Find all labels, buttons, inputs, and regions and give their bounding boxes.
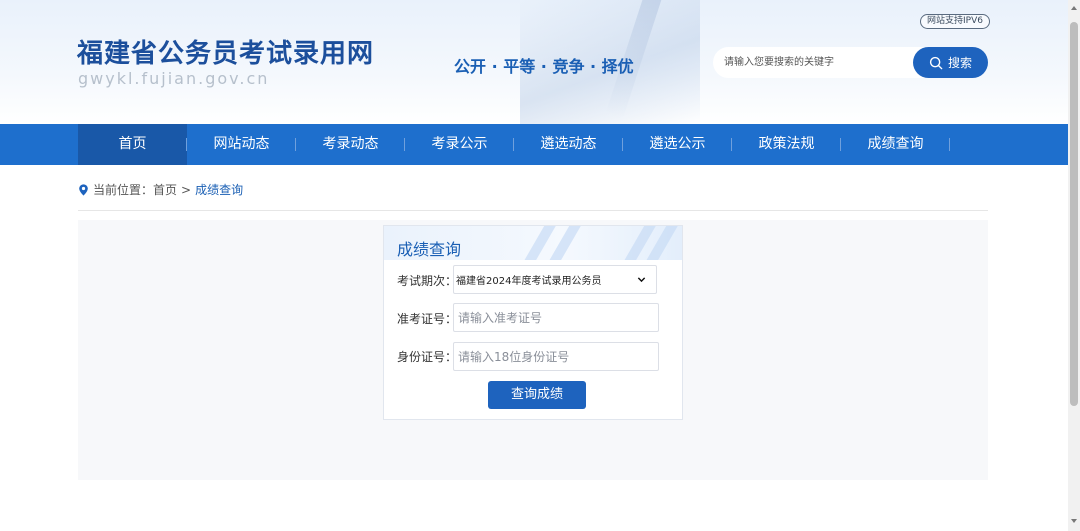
- scrollbar[interactable]: [1068, 0, 1080, 531]
- main-nav: 首页 网站动态 考录动态 考录公示 遴选动态 遴选公示 政策法规 成绩查询: [0, 124, 1068, 165]
- nav-item-selection-news[interactable]: 遴选动态: [514, 124, 623, 165]
- nav-item-policies[interactable]: 政策法规: [732, 124, 841, 165]
- site-header: 福建省公务员考试录用网 gwykl.fujian.gov.cn 公开 · 平等 …: [0, 0, 1068, 124]
- chevron-down-icon: [637, 277, 646, 283]
- nav-item-exam-notices[interactable]: 考录公示: [405, 124, 514, 165]
- nav-item-label: 网站动态: [213, 136, 270, 152]
- id-number-label: 身份证号：: [397, 350, 458, 364]
- exam-period-select[interactable]: 福建省2024年度考试录用公务员: [453, 265, 657, 294]
- exam-period-value: 福建省2024年度考试录用公务员: [456, 276, 602, 287]
- breadcrumb-separator: >: [181, 182, 192, 197]
- nav-item-label: 遴选动态: [540, 136, 597, 152]
- breadcrumb-divider: [78, 210, 988, 211]
- site-title[interactable]: 福建省公务员考试录用网: [77, 33, 374, 70]
- nav-item-label: 成绩查询: [867, 136, 924, 152]
- card-header: 成绩查询: [384, 226, 682, 260]
- ticket-number-input[interactable]: [453, 303, 659, 332]
- card-title: 成绩查询: [397, 240, 462, 259]
- location-pin-icon: [79, 183, 88, 196]
- breadcrumb: 当前位置： 首页 > 成绩查询: [78, 181, 243, 198]
- nav-item-exam-news[interactable]: 考录动态: [296, 124, 405, 165]
- scroll-down-icon[interactable]: [1071, 519, 1077, 523]
- page: 福建省公务员考试录用网 gwykl.fujian.gov.cn 公开 · 平等 …: [0, 0, 1080, 531]
- query-score-button[interactable]: 查询成绩: [488, 381, 586, 409]
- nav-item-site-news[interactable]: 网站动态: [187, 124, 296, 165]
- nav-item-score-query[interactable]: 成绩查询: [841, 124, 950, 165]
- nav-item-label: 遴选公示: [649, 136, 706, 152]
- ticket-number-label: 准考证号：: [397, 312, 458, 326]
- score-query-card: 成绩查询 考试期次： 福建省2024年度考试录用公务员 准考证号： 身份证号： …: [383, 225, 683, 420]
- scroll-up-icon[interactable]: [1071, 6, 1077, 10]
- scrollbar-thumb[interactable]: [1070, 22, 1078, 406]
- nav-item-home[interactable]: 首页: [78, 124, 187, 165]
- id-number-input[interactable]: [453, 342, 659, 371]
- site-slogan: 公开 · 平等 · 竞争 · 择优: [454, 57, 634, 76]
- nav-item-label: 政策法规: [758, 136, 815, 152]
- nav-item-label: 考录公示: [431, 136, 488, 152]
- site-domain: gwykl.fujian.gov.cn: [78, 69, 270, 88]
- breadcrumb-current: 成绩查询: [195, 183, 244, 197]
- exam-period-label: 考试期次：: [397, 274, 458, 288]
- breadcrumb-prefix: 当前位置：: [93, 183, 154, 197]
- search-icon: [929, 56, 943, 69]
- search-button-label: 搜索: [947, 56, 972, 70]
- nav-item-selection-notices[interactable]: 遴选公示: [623, 124, 732, 165]
- search-box: 搜索: [713, 47, 988, 78]
- breadcrumb-home[interactable]: 首页: [153, 181, 177, 198]
- nav-item-label: 考录动态: [322, 136, 379, 152]
- search-button[interactable]: 搜索: [913, 47, 988, 78]
- nav-item-label: 首页: [118, 136, 147, 152]
- ipv6-badge: 网站支持IPV6: [920, 14, 990, 29]
